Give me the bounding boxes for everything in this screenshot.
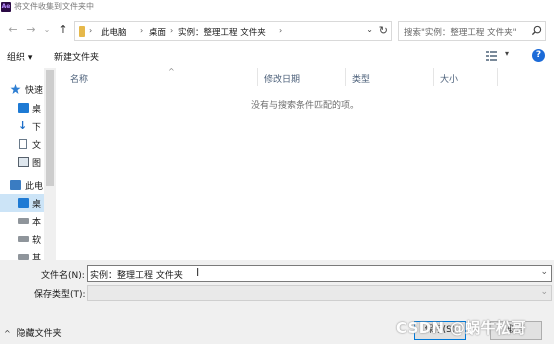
sidebar-item-label: 下 [32,123,42,133]
breadcrumb-desktop[interactable]: 桌面 [149,26,166,38]
sidebar-item-label: 其 [32,254,42,260]
desktop-icon [18,198,29,208]
window-title: 将文件收集到文件夹中 [14,2,94,11]
computer-icon [10,180,21,190]
file-list: 名称 ^ 修改日期 类型 大小 没有与搜索条件匹配的项。 [56,67,554,260]
drive-icon [18,218,29,224]
sidebar-item-label: 软 [32,236,42,246]
column-header-size[interactable]: 大小 [434,68,498,86]
new-folder-button[interactable]: 新建文件夹 [54,50,99,63]
organize-menu[interactable]: 组织 ▾ [7,50,32,63]
search-icon [531,25,542,36]
sidebar-item-pictures[interactable]: 图 [0,153,44,171]
address-dropdown-icon[interactable]: ⌄ [366,25,373,34]
breadcrumb-separator-icon: › [140,26,144,35]
picture-icon [18,157,29,167]
command-toolbar: 组织 ▾ 新建文件夹 ▾ ? [0,45,554,67]
download-icon: ↓ [18,119,28,132]
sidebar-item-label: 图 [32,159,42,169]
chevron-up-icon: ^ [4,329,11,338]
sidebar-item-desktop-selected[interactable]: 桌 [0,194,44,212]
sidebar-item-quick-access[interactable]: 快速 [0,80,43,98]
recent-locations-icon[interactable]: ⌄ [40,23,54,37]
app-logo-icon: Ae [1,2,11,12]
sidebar-item-label: 桌 [32,105,42,115]
star-icon [10,84,21,94]
sidebar-item-downloads[interactable]: ↓ 下 [0,117,44,135]
sort-caret-icon: ^ [168,67,175,76]
address-bar[interactable]: › 此电脑 › 桌面 › 实例：整理工程 文件夹 › ⌄ ↻ [74,21,392,41]
breadcrumb-separator-icon: › [279,26,283,35]
savetype-select[interactable]: ⌄ [87,285,552,301]
sidebar-item-documents[interactable]: 文 [0,135,44,153]
text-cursor-icon: I [196,266,200,279]
breadcrumb-current-folder[interactable]: 实例：整理工程 文件夹 [178,26,266,38]
desktop-icon [18,103,29,113]
scrollbar-thumb[interactable] [46,70,54,186]
filename-input[interactable]: 实例：整理工程 文件夹 [90,268,183,281]
view-options-icon[interactable] [486,51,497,61]
save-form: 文件名(N): 实例：整理工程 文件夹 I ⌄ 保存类型(T): ⌄ ^ 隐藏文… [0,260,554,344]
view-dropdown-icon[interactable]: ▾ [505,49,509,58]
sidebar-item-label: 文 [32,141,42,151]
column-header-name[interactable]: 名称 ^ [64,67,258,86]
help-icon[interactable]: ? [532,49,545,62]
savetype-dropdown-icon[interactable]: ⌄ [540,287,548,297]
column-header-modified[interactable]: 修改日期 [258,68,346,86]
folder-icon [79,26,85,37]
title-bar: Ae 将文件收集到文件夹中 [0,0,554,14]
hide-folders-toggle[interactable]: ^ 隐藏文件夹 [4,326,62,339]
sidebar-item-label: 快速 [25,86,44,96]
breadcrumb-separator-icon: › [89,26,93,35]
sidebar-item-other-disk[interactable]: 其 [0,248,44,260]
sidebar-item-label: 桌 [32,200,42,210]
document-icon [19,139,27,149]
sidebar-item-label: 此电 [25,182,44,192]
savetype-label: 保存类型(T): [34,290,86,300]
sidebar-item-label: 本 [32,218,42,228]
filename-dropdown-icon[interactable]: ⌄ [540,267,548,277]
navigation-bar: ← → ⌄ ↑ › 此电脑 › 桌面 › 实例：整理工程 文件夹 › ⌄ ↻ 搜… [0,18,554,44]
empty-results-message: 没有与搜索条件匹配的项。 [250,101,359,111]
sidebar-item-desktop[interactable]: 桌 [0,99,44,117]
navigation-pane: 快速 桌 ↓ 下 文 图 此电 桌 本 软 其 [0,68,56,260]
up-arrow-icon[interactable]: ↑ [56,23,70,37]
back-arrow-icon[interactable]: ← [6,23,20,37]
filename-label: 文件名(N): [41,271,85,281]
watermark-text: CSDN @蜗牛松哥 [396,319,527,337]
sidebar-item-software-disk[interactable]: 软 [0,230,44,248]
forward-arrow-icon[interactable]: → [24,23,38,37]
sidebar-scrollbar[interactable] [44,68,56,260]
sidebar-item-local-disk[interactable]: 本 [0,212,44,230]
search-box[interactable]: 搜索"实例：整理工程 文件夹" [398,21,546,41]
hide-folders-label: 隐藏文件夹 [16,329,62,339]
sidebar-item-this-pc[interactable]: 此电 [0,176,43,194]
breadcrumb-this-pc[interactable]: 此电脑 [101,26,127,38]
refresh-icon[interactable]: ↻ [379,24,388,37]
search-input[interactable]: 搜索"实例：整理工程 文件夹" [404,26,517,38]
breadcrumb-separator-icon: › [170,26,174,35]
filename-field[interactable]: 实例：整理工程 文件夹 I ⌄ [87,265,552,282]
column-header-type[interactable]: 类型 [346,68,434,86]
drive-icon [18,236,29,242]
